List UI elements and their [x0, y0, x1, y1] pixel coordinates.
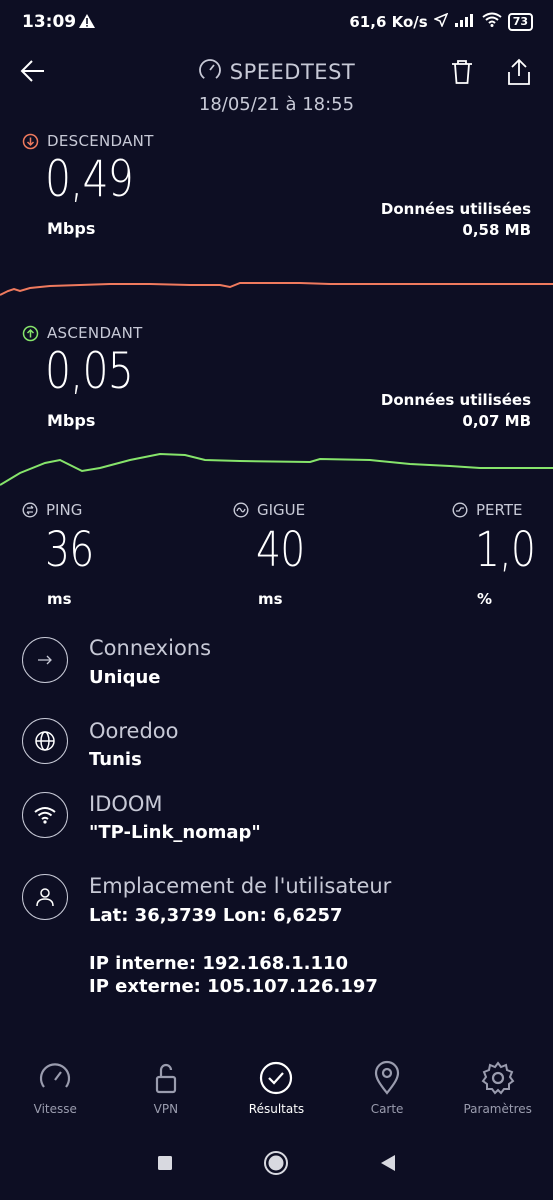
- check-circle-icon: [260, 1061, 293, 1095]
- bottom-nav: Vitesse VPN Résultats Carte Paramètres: [0, 1060, 553, 1130]
- nav-label: VPN: [153, 1102, 179, 1116]
- download-data-used-label: Données utilisées: [380, 200, 531, 218]
- triangle-back-icon: [380, 1155, 395, 1171]
- loss-label-text: PERTE: [476, 501, 523, 519]
- network-title: IDOOM: [89, 792, 163, 816]
- status-time: 13:09: [22, 12, 77, 32]
- globe-icon: [22, 718, 68, 764]
- download-arrow-icon: [22, 133, 39, 149]
- loss-value: 1,0: [475, 522, 536, 578]
- jitter-value: 40: [256, 522, 305, 578]
- download-label: DESCENDANT: [22, 132, 154, 150]
- download-unit: Mbps: [47, 219, 96, 238]
- nav-results[interactable]: Résultats: [221, 1060, 332, 1130]
- nav-label: Paramètres: [463, 1102, 532, 1116]
- upload-graph: [0, 452, 553, 486]
- jitter-icon: [233, 502, 249, 518]
- wifi-icon: [22, 792, 68, 838]
- wifi-status-icon: [482, 12, 502, 31]
- warning-icon: [78, 13, 96, 33]
- provider-value: Tunis: [89, 749, 142, 770]
- upload-arrow-icon: [22, 325, 39, 341]
- map-pin-icon: [374, 1060, 400, 1095]
- connections-icon: [22, 637, 68, 683]
- download-data-used: Données utilisées 0,58 MB: [381, 199, 531, 241]
- nav-map[interactable]: Carte: [332, 1060, 443, 1130]
- ping-icon: [22, 502, 38, 518]
- upload-data-used-value: 0,07 MB: [462, 412, 531, 430]
- connections-title: Connexions: [89, 636, 212, 660]
- recents-button[interactable]: [157, 1155, 173, 1175]
- location-title: Emplacement de l'utilisateur: [89, 874, 392, 898]
- home-button[interactable]: [263, 1150, 289, 1180]
- upload-label-text: ASCENDANT: [47, 324, 143, 342]
- network-value: "TP-Link_nomap": [89, 822, 261, 843]
- nav-settings[interactable]: Paramètres: [442, 1060, 553, 1130]
- speedometer-icon: [198, 58, 222, 86]
- nav-speed[interactable]: Vitesse: [0, 1060, 111, 1130]
- loss-label: PERTE: [452, 501, 523, 519]
- circle-icon: [263, 1151, 288, 1175]
- user-icon: [22, 874, 68, 920]
- connections-value: Unique: [89, 667, 161, 688]
- provider-title: Ooredoo: [89, 719, 179, 743]
- download-value: 0,49: [45, 150, 134, 208]
- jitter-label: GIGUE: [233, 501, 305, 519]
- share-button[interactable]: [506, 58, 532, 90]
- nav-label: Résultats: [248, 1102, 305, 1116]
- download-graph: [0, 282, 553, 296]
- nav-label: Vitesse: [33, 1102, 77, 1116]
- ping-value: 36: [45, 522, 94, 578]
- speedometer-icon: [40, 1063, 71, 1088]
- download-label-text: DESCENDANT: [47, 132, 154, 150]
- jitter-label-text: GIGUE: [257, 501, 306, 519]
- loss-icon: [452, 502, 468, 518]
- status-right: 61,6 Ko/s 73: [349, 12, 533, 31]
- download-data-used-value: 0,58 MB: [462, 221, 531, 239]
- lock-icon: [155, 1063, 176, 1094]
- system-back-button[interactable]: [379, 1154, 397, 1176]
- nav-label: Carte: [370, 1102, 404, 1116]
- upload-data-used-label: Données utilisées: [380, 391, 531, 409]
- upload-unit: Mbps: [47, 411, 96, 430]
- ip-internal: IP interne: 192.168.1.110: [89, 953, 349, 974]
- square-icon: [157, 1156, 172, 1170]
- share-icon: [508, 58, 530, 85]
- upload-value: 0,05: [45, 342, 134, 400]
- battery-icon: 73: [507, 12, 533, 31]
- upload-label: ASCENDANT: [22, 324, 143, 342]
- test-date: 18/05/21 à 18:55: [198, 94, 355, 115]
- location-value: Lat: 36,3739 Lon: 6,6257: [89, 905, 343, 926]
- ping-unit: ms: [47, 590, 72, 608]
- nav-vpn[interactable]: VPN: [111, 1060, 222, 1130]
- net-speed: 61,6 Ko/s: [349, 12, 428, 31]
- signal-icon: [454, 13, 476, 31]
- trash-icon: [452, 60, 472, 84]
- jitter-unit: ms: [258, 590, 283, 608]
- system-nav: [0, 1150, 553, 1180]
- loss-unit: %: [477, 590, 493, 608]
- ping-label: PING: [22, 501, 82, 519]
- ping-label-text: PING: [46, 501, 83, 519]
- delete-button[interactable]: [450, 59, 474, 89]
- location-arrow-icon: [432, 12, 449, 31]
- ip-external: IP externe: 105.107.126.197: [89, 976, 378, 997]
- upload-data-used: Données utilisées 0,07 MB: [381, 390, 531, 432]
- gear-icon: [481, 1061, 515, 1095]
- page-title: SPEEDTEST: [229, 60, 356, 84]
